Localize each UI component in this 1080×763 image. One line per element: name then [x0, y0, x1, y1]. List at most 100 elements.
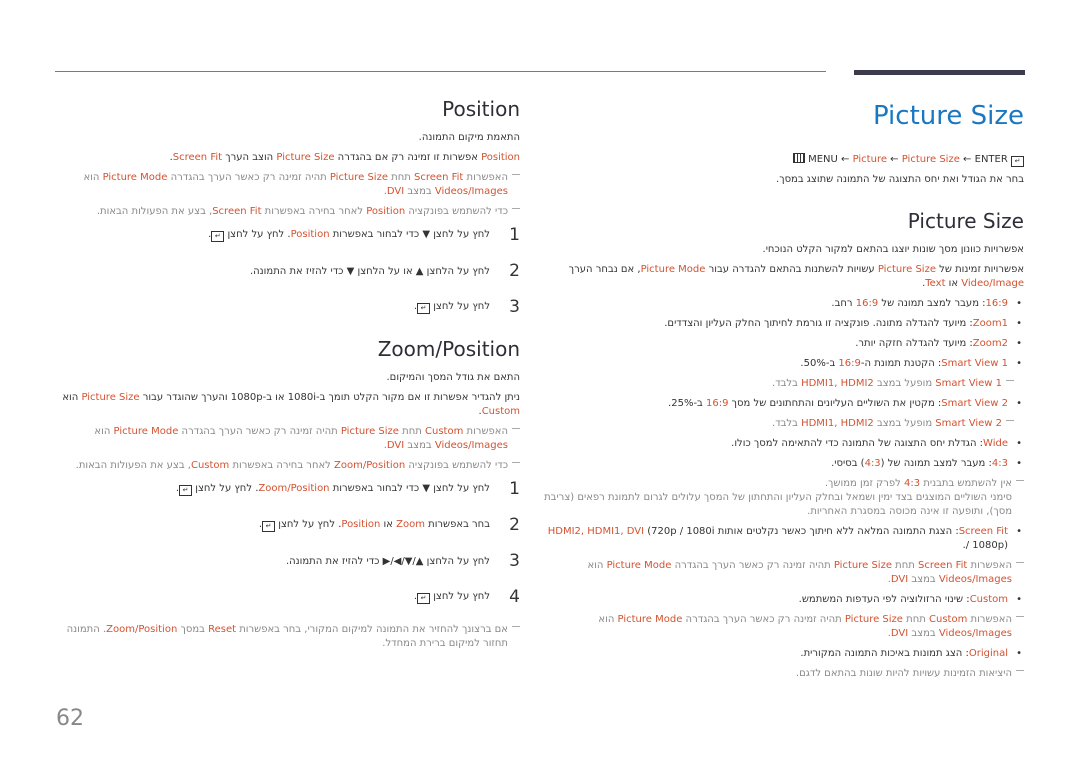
- text: , בצע את הפעולות הבאות.: [96, 206, 213, 217]
- step-text: לחץ על לחצן ↵.: [414, 301, 490, 314]
- breadcrumb-picture[interactable]: Picture: [853, 154, 887, 165]
- option-key: Screen Fit: [958, 526, 1008, 537]
- text: : שינוי הרזולוציה לפי העדפות המשתמש.: [798, 594, 970, 605]
- text: לפרק זמן ממושך.: [824, 478, 905, 489]
- note-smart-view-2: Smart View 2 מופעל במצב HDMI1, HDMI2 בלב…: [542, 417, 1014, 431]
- keyword: Picture Size: [276, 152, 335, 163]
- keyword: 16:9: [706, 398, 729, 409]
- text: : הקטנת תמונת ה-: [860, 358, 942, 369]
- note-screen-fit: האפשרות Screen Fit תחת Picture Size תהיה…: [542, 559, 1024, 587]
- text: האפשרות: [967, 614, 1013, 625]
- keyword: Position: [366, 206, 406, 217]
- keyword: Screen Fit: [918, 560, 968, 571]
- text: לאחר בחירה באפשרות: [261, 206, 367, 217]
- keyword: Screen Fit: [414, 172, 464, 183]
- text: בלבד.: [772, 418, 802, 429]
- zoom-position-title: Zoom/Position: [377, 337, 520, 361]
- text: ניתן להגדיר אפשרות זו אם מקור הקלט תומך …: [139, 392, 520, 403]
- keyword: 4:3: [904, 478, 921, 489]
- keyword: Text: [925, 278, 946, 289]
- option-key: Zoom1: [972, 318, 1008, 329]
- picture-size-options: 16:9: מעבר למצב תמונה של 16:9 רחב. Zoom1…: [542, 297, 1024, 371]
- text: : מקטין את השוליים העליונים והתחתונים של…: [728, 398, 942, 409]
- text: ב-50%.: [800, 358, 839, 369]
- text: או: [380, 518, 397, 530]
- step: 1 לחץ על לחצן ▼ כדי לבחור באפשרות Zoom/P…: [50, 479, 520, 499]
- breadcrumb-picture-size[interactable]: Picture Size: [902, 154, 960, 165]
- keyword: Zoom: [396, 518, 425, 530]
- keyword: DVI: [890, 628, 909, 639]
- step-text: בחר באפשרות Zoom או Position. לחץ על לחצ…: [259, 519, 490, 532]
- arrow-icon: ←: [841, 154, 850, 165]
- text: , בצע את הפעולות הבאות.: [75, 460, 191, 471]
- keyword: Screen Fit: [212, 206, 262, 217]
- option-key: 16:9: [985, 298, 1008, 309]
- zoom-position-note-1: האפשרות Custom תחת Picture Size תהיה זמי…: [50, 425, 520, 453]
- text: תחת: [891, 560, 919, 571]
- text: במצב: [404, 186, 435, 197]
- menu-key-icon: [792, 153, 805, 163]
- arrow-icon: ←: [890, 154, 899, 165]
- zoom-position-intro: התאם את גודל המסך והמיקום.: [386, 372, 521, 383]
- option-zoom1: Zoom1: מיועד להגדלה מתונה. פונקציה זו גו…: [542, 317, 1024, 331]
- keyword: 4:3: [864, 458, 881, 469]
- step-number: 3: [509, 551, 520, 571]
- text: האפשרות: [463, 426, 509, 437]
- keyword: Videos/Images: [938, 628, 1012, 639]
- option-zoom2: Zoom2: מיועד להגדלה חזקה יותר.: [542, 337, 1024, 351]
- step: 2 לחץ על הלחצן ▲ או על הלחצן ▼ כדי להזיז…: [50, 261, 520, 281]
- text: כדי להשתמש בפונקציה: [405, 460, 508, 471]
- text: בחר באפשרות: [424, 518, 490, 530]
- page-title: Picture Size: [872, 101, 1024, 131]
- text: תחת: [387, 172, 415, 183]
- text: לאחר בחירה באפשרות: [229, 460, 335, 471]
- enter-key-icon: ↵: [211, 230, 225, 242]
- text: לחץ על לחצן ▼ כדי לבחור באפשרות: [329, 482, 490, 494]
- text: : מיועד להגדלה מתונה. פונקציה זו גורמת ל…: [664, 318, 973, 329]
- text: לחץ על לחצן: [430, 590, 490, 602]
- enter-key-icon: ↵: [262, 520, 276, 532]
- text: תהיה זמינה רק כאשר הערך בהגדרה: [671, 560, 834, 571]
- step-number: 3: [509, 297, 520, 317]
- keyword: Position: [341, 518, 381, 530]
- step-number: 1: [509, 225, 520, 245]
- position-availability: Position אפשרות זו זמינה רק אם בהגדרה Pi…: [50, 151, 520, 165]
- option-key: Smart View 1: [941, 358, 1008, 369]
- text: מופעל במצב: [873, 418, 936, 429]
- keyword: Picture Mode: [113, 426, 179, 437]
- keyword: 16:9: [838, 358, 861, 369]
- step: 3 לחץ על לחצן ↵.: [50, 297, 520, 317]
- text: במצב: [404, 440, 435, 451]
- text: הוא: [598, 614, 618, 625]
- keyword: Picture Size: [844, 614, 903, 625]
- zoom-position-availability: ניתן להגדיר אפשרות זו אם מקור הקלט תומך …: [50, 391, 520, 419]
- note-ports: היציאות הזמינות עשויות להיות שונות בהתאם…: [542, 667, 1024, 681]
- note-4-3: אין להשתמש בתבנית 4:3 לפרק זמן ממושך. סימ…: [542, 477, 1024, 519]
- position-note-2: כדי להשתמש בפונקציה Position לאחר בחירה …: [50, 205, 520, 219]
- option-key: Zoom2: [972, 338, 1008, 349]
- option-4-3: 4:3: מעבר למצב תמונה של (4:3) בסיסי.: [542, 457, 1024, 471]
- option-wide: Wide: הגדלת יחס התצוגה של התמונה כדי להת…: [542, 437, 1024, 451]
- text: הוא: [62, 392, 82, 403]
- picture-size-options-2: Smart View 2: מקטין את השוליים העליונים …: [542, 397, 1024, 411]
- keyword: DVI: [386, 186, 405, 197]
- text: לחץ על לחצן ▼ כדי לבחור באפשרות: [329, 228, 490, 240]
- section-title: Picture Size: [907, 209, 1024, 233]
- text: : הצגת התמונה המלאה ללא חיתוך כאשר נקלטי…: [714, 526, 959, 537]
- position-intro: התאמת מיקום התמונה.: [418, 132, 520, 143]
- text: אין להשתמש בתבנית: [920, 478, 1012, 489]
- breadcrumb-enter: ENTER: [974, 154, 1008, 165]
- text: כדי להשתמש בפונקציה: [405, 206, 508, 217]
- option-key: Smart View 2: [941, 398, 1008, 409]
- text: במסך: [177, 624, 209, 635]
- text: לחץ על לחצן: [430, 300, 490, 312]
- text: תחת: [902, 614, 930, 625]
- keyword: HDMI1, HDMI2: [801, 418, 874, 429]
- breadcrumb: MENU ← Picture ← Picture Size ← ENTER ↵: [542, 153, 1024, 167]
- keyword: Custom: [190, 460, 230, 471]
- keyword: Picture Size: [329, 172, 388, 183]
- zoom-position-note-2: כדי להשתמש בפונקציה Zoom/Position לאחר ב…: [50, 459, 520, 473]
- keyword: Videos/Images: [434, 440, 508, 451]
- position-note-1: האפשרות Screen Fit תחת Picture Size תהיה…: [50, 171, 520, 199]
- text: הוא: [83, 172, 103, 183]
